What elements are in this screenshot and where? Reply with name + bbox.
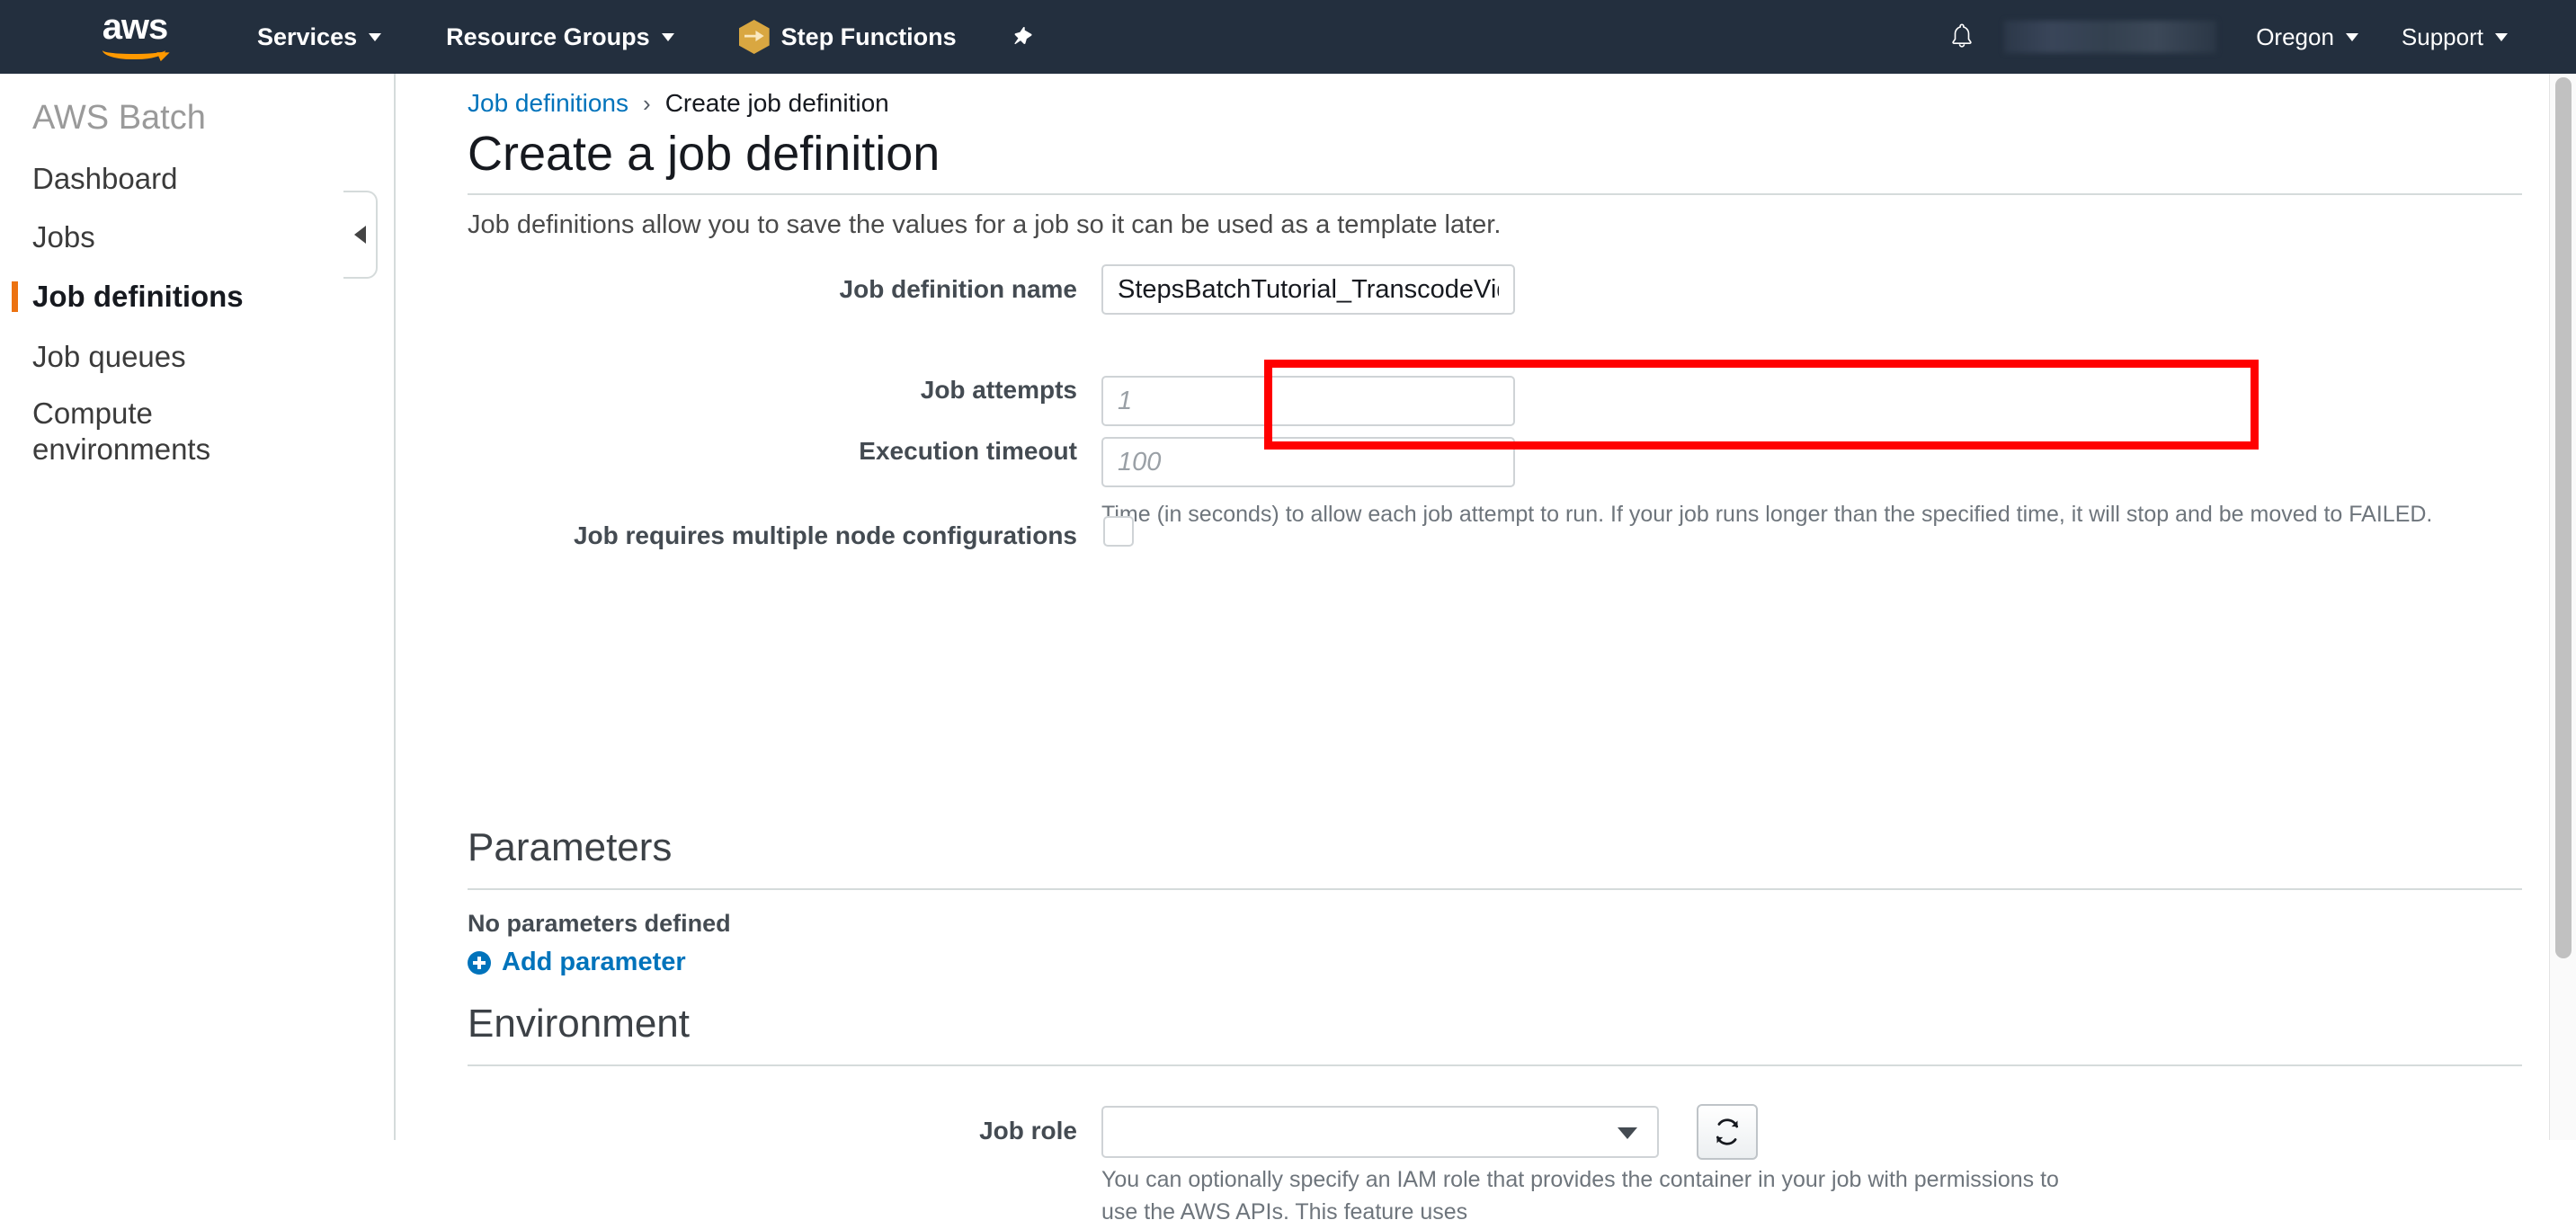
page-body: AWS Batch Dashboard Jobs Job definitions… xyxy=(0,74,2576,1225)
account-menu[interactable] xyxy=(2004,21,2217,53)
pin-shortcut-button[interactable] xyxy=(994,0,1050,74)
sidebar-title: AWS Batch xyxy=(32,99,206,137)
chevron-down-icon xyxy=(1618,1127,1637,1139)
execution-timeout-input[interactable] xyxy=(1101,437,1515,487)
page-scrollbar-thumb[interactable] xyxy=(2555,77,2572,958)
page-scrollbar[interactable] xyxy=(2549,74,2576,1140)
refresh-icon xyxy=(1716,1118,1739,1145)
nav-right-group: Oregon Support xyxy=(1929,0,2576,74)
sidebar-item-dashboard[interactable]: Dashboard xyxy=(32,161,177,197)
region-label: Oregon xyxy=(2256,22,2334,50)
job-role-label: Job role xyxy=(979,1117,1077,1144)
parameters-heading: Parameters xyxy=(468,825,673,869)
page-title: Create a job definition xyxy=(468,127,940,181)
no-parameters-text: No parameters defined xyxy=(468,910,731,937)
job-role-refresh-button[interactable] xyxy=(1697,1104,1758,1160)
aws-logo-smile xyxy=(103,40,165,59)
sidebar-item-label: Jobs xyxy=(32,220,95,254)
sidebar-item-job-queues[interactable]: Job queues xyxy=(32,339,186,375)
pin-icon xyxy=(1014,27,1032,45)
nav-services[interactable]: Services xyxy=(243,0,396,74)
multiple-node-configurations-label: Job requires multiple node configuration… xyxy=(573,521,1077,549)
job-definition-name-label: Job definition name xyxy=(839,275,1077,303)
title-divider xyxy=(468,193,2522,195)
top-navigation-bar: aws Services Resource Groups Step Functi… xyxy=(0,0,2576,74)
chevron-down-icon xyxy=(661,32,674,41)
parameters-divider xyxy=(468,888,2522,890)
breadcrumb-link-job-definitions[interactable]: Job definitions xyxy=(468,89,628,118)
chevron-down-icon xyxy=(369,32,382,41)
collapse-left-icon xyxy=(353,226,366,244)
page-subtitle: Job definitions allow you to save the va… xyxy=(468,210,1502,239)
environment-divider xyxy=(468,1064,2522,1066)
add-parameter-button[interactable]: Add parameter xyxy=(468,948,686,977)
sidebar-item-job-definitions[interactable]: Job definitions xyxy=(12,279,244,315)
region-selector[interactable]: Oregon xyxy=(2242,0,2373,74)
sidebar-item-label: Job queues xyxy=(32,340,186,373)
sidebar-item-label: Job definitions xyxy=(32,280,244,313)
sidebar: AWS Batch Dashboard Jobs Job definitions… xyxy=(0,74,396,1140)
main-content: Job definitions › Create job definition … xyxy=(396,74,2549,1225)
job-role-help-text: You can optionally specify an IAM role t… xyxy=(1101,1167,2059,1225)
nav-step-functions-label: Step Functions xyxy=(780,22,957,50)
step-functions-icon xyxy=(738,20,770,54)
sidebar-item-label: Dashboard xyxy=(32,162,178,195)
execution-timeout-label: Execution timeout xyxy=(859,437,1077,465)
sidebar-item-compute-environments[interactable]: Compute environments xyxy=(32,396,275,468)
breadcrumb: Job definitions › Create job definition xyxy=(468,89,889,118)
support-menu[interactable]: Support xyxy=(2387,0,2522,74)
breadcrumb-current: Create job definition xyxy=(664,89,889,117)
bell-icon xyxy=(1952,23,1972,48)
aws-logo-text: aws xyxy=(102,7,169,47)
breadcrumb-separator-icon: › xyxy=(643,89,651,117)
aws-logo[interactable]: aws xyxy=(97,7,173,60)
job-attempts-input[interactable] xyxy=(1101,376,1515,426)
job-role-select[interactable] xyxy=(1101,1106,1659,1158)
environment-heading: Environment xyxy=(468,1002,691,1046)
nav-step-functions[interactable]: Step Functions xyxy=(725,0,971,74)
sidebar-item-label: Compute environments xyxy=(32,396,211,467)
sidebar-item-jobs[interactable]: Jobs xyxy=(32,219,95,255)
multiple-node-configurations-checkbox[interactable] xyxy=(1103,516,1134,547)
job-definition-name-input[interactable] xyxy=(1101,264,1515,315)
chevron-down-icon xyxy=(2345,32,2358,41)
job-attempts-label: Job attempts xyxy=(920,376,1077,404)
plus-circle-icon xyxy=(468,950,491,975)
nav-services-label: Services xyxy=(257,22,358,50)
nav-resource-groups[interactable]: Resource Groups xyxy=(432,0,689,74)
execution-timeout-help-text: Time (in seconds) to allow each job atte… xyxy=(1101,502,2433,527)
nav-resource-groups-label: Resource Groups xyxy=(446,22,650,50)
notifications-button[interactable] xyxy=(1929,0,1995,74)
support-label: Support xyxy=(2401,22,2483,50)
sidebar-collapse-button[interactable] xyxy=(343,191,378,279)
add-parameter-label: Add parameter xyxy=(502,948,686,976)
chevron-down-icon xyxy=(2495,32,2508,41)
